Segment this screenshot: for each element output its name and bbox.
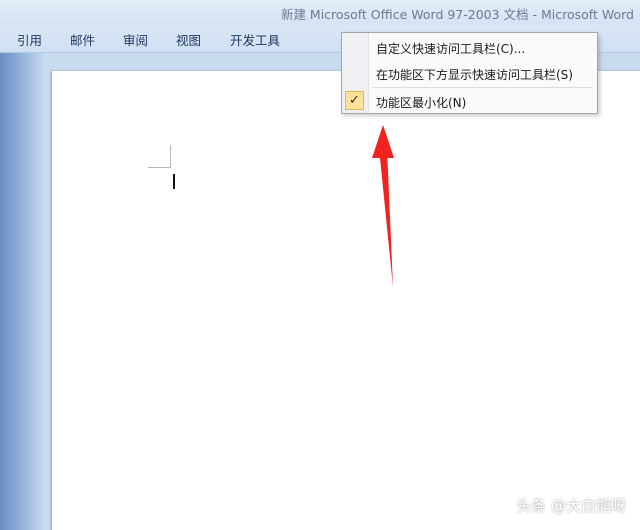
window-title: 新建 Microsoft Office Word 97-2003 文档 - Mi…	[280, 7, 634, 22]
document-page[interactable]	[52, 71, 640, 530]
margin-corner-mark-horizontal	[148, 167, 170, 168]
tab-view[interactable]: 视图	[176, 30, 201, 49]
watermark: 头条 @大白熊呀	[516, 497, 626, 515]
menu-item-label: 自定义快速访问工具栏(C)...	[376, 42, 526, 56]
menu-item-minimize-ribbon[interactable]: ✓ 功能区最小化(N)	[342, 89, 597, 113]
text-cursor	[173, 174, 175, 189]
title-bar: 新建 Microsoft Office Word 97-2003 文档 - Mi…	[0, 0, 640, 24]
menu-item-show-toolbar-below-ribbon[interactable]: 在功能区下方显示快速访问工具栏(S)	[342, 61, 597, 85]
menu-item-label: 功能区最小化(N)	[376, 96, 467, 110]
menu-separator	[372, 87, 592, 88]
margin-corner-mark-vertical	[170, 145, 171, 168]
tab-mailings[interactable]: 邮件	[70, 30, 95, 49]
tab-references[interactable]: 引用	[17, 30, 42, 49]
tab-review[interactable]: 审阅	[123, 30, 148, 49]
document-area	[0, 53, 640, 530]
word-window: 新建 Microsoft Office Word 97-2003 文档 - Mi…	[0, 0, 640, 530]
menu-item-customize-quick-access-toolbar[interactable]: 自定义快速访问工具栏(C)...	[342, 35, 597, 59]
menu-item-label: 在功能区下方显示快速访问工具栏(S)	[376, 68, 573, 82]
tab-developer[interactable]: 开发工具	[230, 30, 280, 49]
checkmark-icon: ✓	[345, 91, 364, 110]
quick-access-context-menu: 自定义快速访问工具栏(C)... 在功能区下方显示快速访问工具栏(S) ✓ 功能…	[341, 32, 598, 114]
red-arrow-icon	[372, 125, 394, 287]
